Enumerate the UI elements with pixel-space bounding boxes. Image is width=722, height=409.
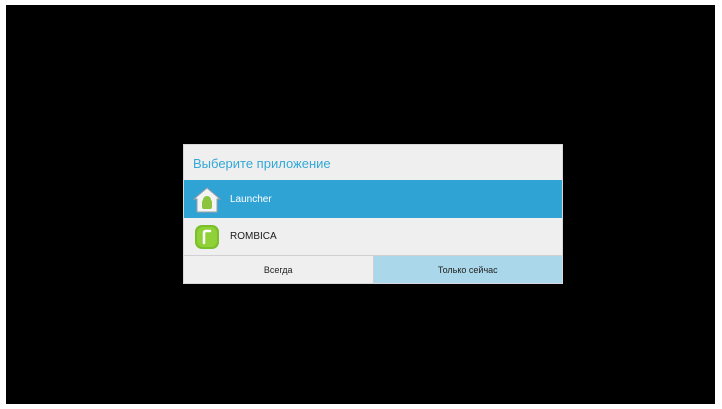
app-chooser-dialog: Выберите приложение Launcher ROMBICA Все…	[184, 145, 562, 283]
device-screen: Выберите приложение Launcher ROMBICA Все…	[6, 5, 715, 404]
always-button[interactable]: Всегда	[184, 256, 374, 283]
app-item-label: ROMBICA	[230, 231, 277, 242]
rombica-app-icon	[193, 223, 221, 251]
dialog-button-bar: Всегда Только сейчас	[184, 255, 562, 283]
app-list: Launcher ROMBICA	[184, 181, 562, 255]
app-item-launcher[interactable]: Launcher	[184, 181, 562, 218]
launcher-home-icon	[193, 186, 221, 214]
dialog-title: Выберите приложение	[184, 145, 562, 181]
app-item-label: Launcher	[230, 194, 272, 205]
just-once-button[interactable]: Только сейчас	[373, 256, 562, 283]
app-item-rombica[interactable]: ROMBICA	[184, 218, 562, 255]
